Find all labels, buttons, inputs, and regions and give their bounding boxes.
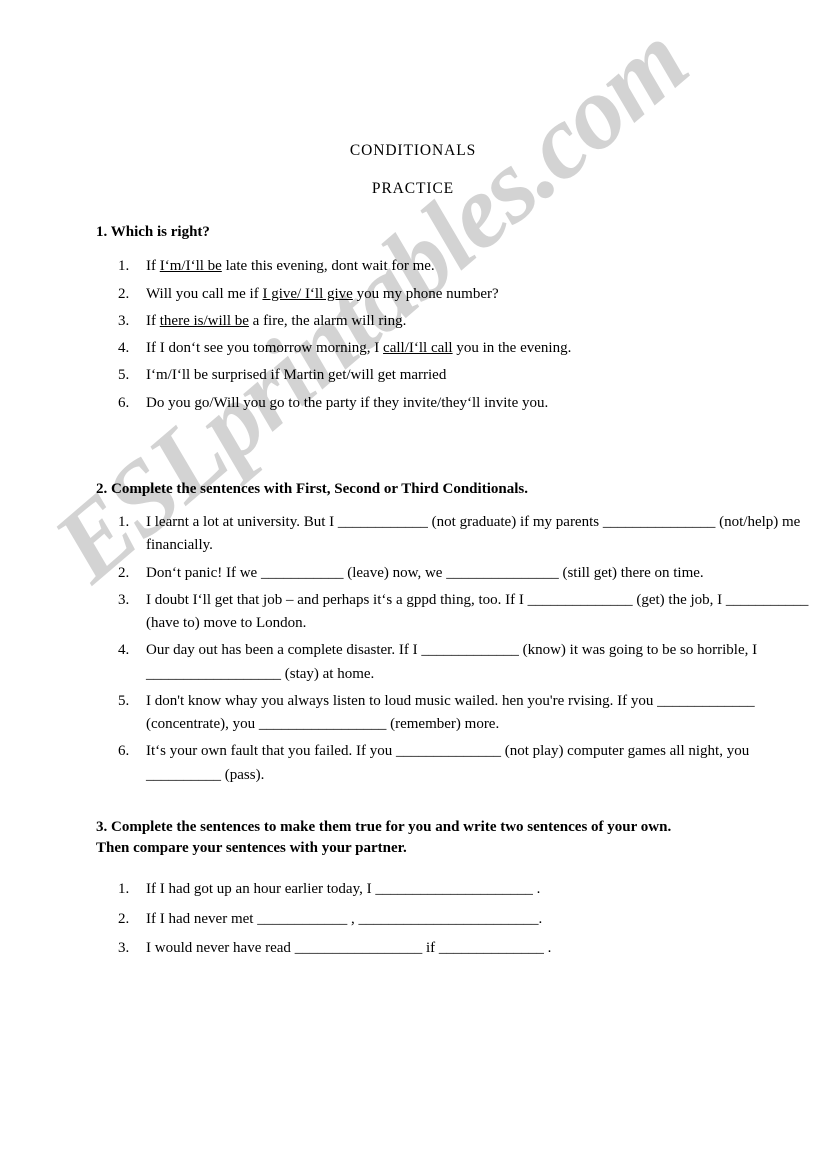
answer-choice[interactable]: I‘m/I‘ll be <box>160 258 222 274</box>
section-1-question-list: 1. If I‘m/I‘ll be late this evening, dont… <box>0 255 826 415</box>
question-text: . <box>532 881 541 898</box>
question-item: 3. I would never have read ______________… <box>0 936 826 960</box>
question-text: a fire, the alarm will ring. <box>248 312 407 329</box>
question-text: you my phone number? <box>352 285 499 302</box>
question-text: I doubt I‘ll get that job – and perhaps … <box>146 591 528 608</box>
question-item: 2. Will you call me if I give/ I‘ll give … <box>0 283 826 306</box>
question-text: late this evening, dont wait for me. <box>221 258 435 275</box>
section-1-heading: 1. Which is right? <box>96 224 210 240</box>
question-item: 4. If I don‘t see you tomorrow morning, I… <box>0 337 826 360</box>
question-text: Will you call me if <box>146 285 263 302</box>
question-text: (stay) at home. <box>281 665 375 682</box>
answer-blank[interactable]: _____________________ <box>375 881 533 897</box>
question-item: 5. I‘m/I‘ll be surprised if Martin get/w… <box>0 364 826 387</box>
list-item-number: 6. <box>118 394 130 411</box>
question-text: I learnt a lot at university. But I <box>146 514 338 531</box>
question-item: 1. If I‘m/I‘ll be late this evening, dont… <box>0 255 826 278</box>
section-3-heading-line-2: Then compare your sentences with your pa… <box>96 840 407 857</box>
question-text: I‘m/I‘ll be surprised if Martin get/will… <box>146 367 447 384</box>
question-text: (pass). <box>221 766 265 783</box>
answer-blank[interactable]: ____________ <box>257 911 347 927</box>
question-text: (remember) more. <box>386 716 500 733</box>
question-item: 4. Our day out has been a complete disast… <box>0 639 826 686</box>
list-item-number: 3. <box>118 940 130 957</box>
question-text: (not graduate) if my parents <box>427 514 603 531</box>
question-item: 3. If there is/will be a fire, the alarm … <box>0 310 826 333</box>
section-3-heading-line-1: 3. Complete the sentences to make them t… <box>96 818 672 835</box>
question-text: (get) the job, I <box>632 591 726 608</box>
list-item-number: 4. <box>118 642 130 659</box>
question-text: (still get) there on time. <box>558 564 704 581</box>
question-text: Do you go/Will you go to the party if th… <box>146 394 549 411</box>
question-item: 1. If I had got up an hour earlier today,… <box>0 877 826 901</box>
page-title: CONDITIONALS <box>349 142 477 159</box>
question-text: I would never have read <box>146 940 295 957</box>
question-text: (leave) now, we <box>343 564 447 581</box>
question-item: 6. It‘s your own fault that you failed. I… <box>0 740 826 787</box>
question-text: If <box>146 312 160 329</box>
question-text: If <box>146 258 160 275</box>
question-text: I don't know whay you always listen to l… <box>146 692 658 709</box>
question-text: . <box>543 940 552 957</box>
question-text: , <box>347 910 359 927</box>
answer-blank[interactable]: __________ <box>146 767 221 783</box>
question-item: 3. I doubt I‘ll get that job – and perhap… <box>0 589 826 636</box>
answer-blank[interactable]: ______________ <box>528 592 633 608</box>
section-2-question-list: 1. I learnt a lot at university. But I __… <box>0 511 826 787</box>
answer-choice[interactable]: there is/will be <box>160 313 249 329</box>
list-item-number: 2. <box>118 910 130 927</box>
question-text: (know) it was going to be so horrible, I <box>518 642 758 659</box>
answer-blank[interactable]: ____________ <box>338 514 428 530</box>
answer-blank[interactable]: _______________ <box>446 565 559 581</box>
document-title-block: CONDITIONALS PRACTICE <box>0 0 826 196</box>
answer-blank[interactable]: ________________________ <box>358 911 538 927</box>
document-content: CONDITIONALS PRACTICE 1. Which is right?… <box>0 0 826 960</box>
list-item-number: 1. <box>118 514 130 531</box>
answer-blank[interactable]: _________________ <box>259 716 387 732</box>
answer-choice[interactable]: I give/ I‘ll give <box>262 286 352 302</box>
question-item: 5. I don't know whay you always listen to… <box>0 690 826 737</box>
list-item-number: 1. <box>118 881 130 898</box>
list-item-number: 3. <box>118 591 130 608</box>
answer-blank[interactable]: _____________ <box>657 693 755 709</box>
question-text: It‘s your own fault that you failed. If … <box>146 743 396 760</box>
list-item-number: 5. <box>118 692 130 709</box>
list-item-number: 2. <box>118 285 130 302</box>
question-text: (concentrate), you <box>146 716 259 733</box>
list-item-number: 5. <box>118 367 130 384</box>
question-text: Don‘t panic! If we <box>146 564 261 581</box>
answer-blank[interactable]: _______________ <box>603 514 716 530</box>
section-3-question-list: 1. If I had got up an hour earlier today,… <box>0 877 826 960</box>
section-2-heading: 2. Complete the sentences with First, Se… <box>96 480 528 497</box>
question-text: if <box>422 940 439 957</box>
question-item: 1. I learnt a lot at university. But I __… <box>0 511 826 558</box>
list-item-number: 1. <box>118 258 130 275</box>
answer-blank[interactable]: ___________ <box>726 592 809 608</box>
answer-blank[interactable]: _________________ <box>295 940 423 956</box>
question-text: If I don‘t see you tomorrow morning, I <box>146 340 384 357</box>
question-item: 2. Don‘t panic! If we ___________ (leave)… <box>0 562 826 585</box>
question-text: (have to) move to London. <box>146 615 307 632</box>
question-item: 2. If I had never met ____________ , ____… <box>0 907 826 931</box>
question-text: If I had got up an hour earlier today, I <box>146 881 376 898</box>
question-text: If I had never met <box>146 910 258 927</box>
answer-choice[interactable]: call/I‘ll call <box>383 340 453 356</box>
question-text: Our day out has been a complete disaster… <box>146 642 422 659</box>
worksheet-page: ESLprintables.com CONDITIONALS PRACTICE … <box>0 0 826 1169</box>
answer-blank[interactable]: ___________ <box>261 565 344 581</box>
answer-blank[interactable]: _____________ <box>421 642 519 658</box>
question-text: you in the evening. <box>452 340 572 357</box>
list-item-number: 2. <box>118 564 130 581</box>
answer-blank[interactable]: ______________ <box>439 940 544 956</box>
answer-blank[interactable]: ______________ <box>396 743 501 759</box>
answer-blank[interactable]: __________________ <box>146 666 281 682</box>
question-text: (not play) computer games all night, you <box>500 743 750 760</box>
list-item-number: 6. <box>118 743 130 760</box>
list-item-number: 3. <box>118 312 130 329</box>
list-item-number: 4. <box>118 340 130 357</box>
question-text: . <box>538 910 543 927</box>
question-item: 6. Do you go/Will you go to the party if … <box>0 392 826 415</box>
page-subtitle: PRACTICE <box>371 179 455 197</box>
